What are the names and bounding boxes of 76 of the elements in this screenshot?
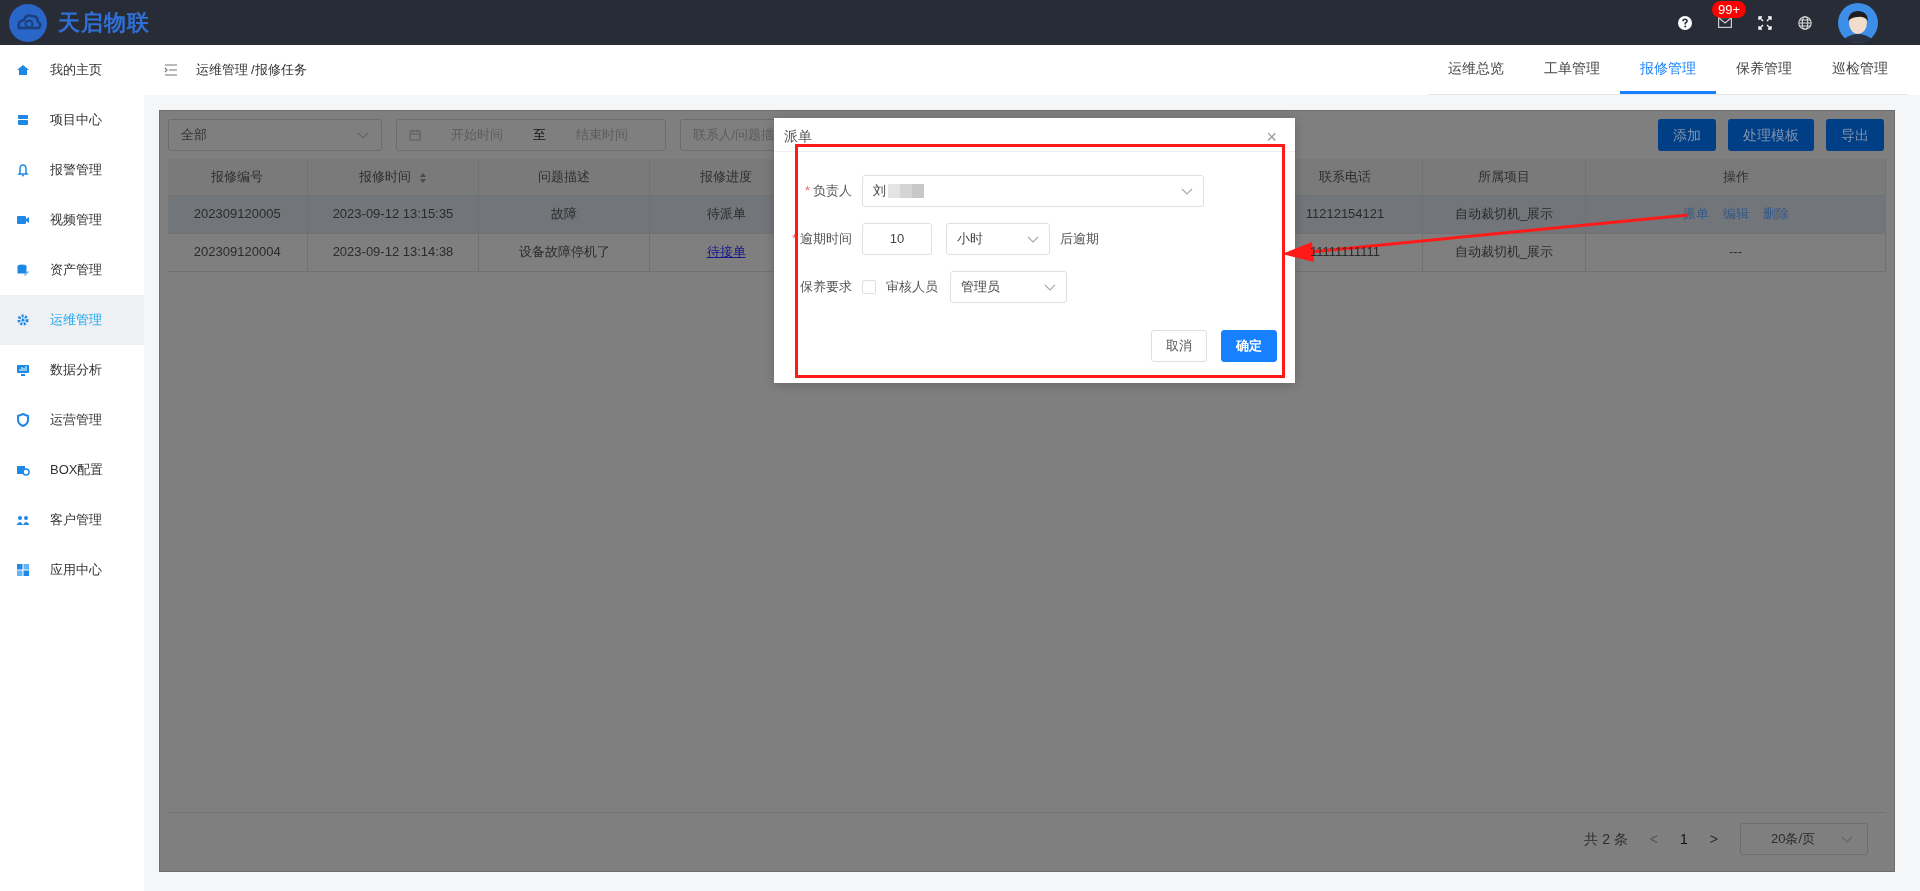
column-header: 报修进度 xyxy=(700,169,752,184)
table-cell: 2023-09-12 13:15:35 xyxy=(332,206,454,222)
table-cell: 202309120004 xyxy=(193,244,281,260)
table-cell: 自动裁切机_展示 xyxy=(1454,206,1554,222)
form-label: 保养要求 xyxy=(799,278,852,297)
mail-icon[interactable] xyxy=(1718,17,1732,28)
sidebar-item[interactable]: 运营管理 xyxy=(0,395,144,445)
column-header: 操作 xyxy=(1722,169,1749,184)
table-cell: 202309120005 xyxy=(193,206,281,222)
blur-mark xyxy=(888,184,924,198)
nav-tab[interactable]: 工单管理 xyxy=(1524,45,1620,94)
cloud-logo-icon xyxy=(8,2,48,43)
user-avatar[interactable] xyxy=(1838,2,1878,43)
column-header: 报修编号 xyxy=(211,169,264,184)
chevron-down-icon xyxy=(1027,235,1039,243)
people-icon xyxy=(16,513,30,527)
globe-icon[interactable] xyxy=(1798,15,1812,30)
sidebar-item[interactable]: 客户管理 xyxy=(0,495,144,545)
sidebar-item[interactable]: 我的主页 xyxy=(0,45,144,95)
sidebar-item[interactable]: 数据分析 xyxy=(0,345,144,395)
table-cell: 故障 xyxy=(551,206,577,222)
suffix-text: 后逾期 xyxy=(1060,230,1099,249)
chevron-down-icon xyxy=(1841,835,1853,843)
sidebar-item[interactable]: 报警管理 xyxy=(0,145,144,195)
sidebar-item[interactable]: 视频管理 xyxy=(0,195,144,245)
sidebar-item[interactable]: BOX配置 xyxy=(0,445,144,495)
unit-select[interactable]: 小时 xyxy=(946,223,1050,255)
cancel-button[interactable]: 取消 xyxy=(1151,330,1207,362)
nav-tab[interactable]: 运维总览 xyxy=(1428,45,1524,94)
column-header: 联系电话 xyxy=(1319,169,1371,184)
stack-icon xyxy=(16,113,30,127)
sidebar-item[interactable]: 资产管理 xyxy=(0,245,144,295)
table-cell: 设备故障停机了 xyxy=(518,244,610,260)
table-cell: 自动裁切机_展示 xyxy=(1454,244,1554,260)
page-size-select[interactable]: 20条/页 xyxy=(1740,823,1868,855)
table-cell: 11212154121 xyxy=(1305,206,1385,222)
nav-tab[interactable]: 报修管理 xyxy=(1620,45,1716,94)
calendar-icon xyxy=(408,129,421,141)
nav-tab[interactable]: 保养管理 xyxy=(1716,45,1812,94)
chevron-down-icon xyxy=(356,131,369,139)
nav-tab[interactable]: 巡检管理 xyxy=(1812,45,1908,94)
number-field[interactable]: 10 xyxy=(862,223,932,255)
confirm-button[interactable]: 确定 xyxy=(1221,330,1277,362)
dialog-title: 派单 xyxy=(784,127,812,146)
next-page[interactable]: > xyxy=(1709,828,1718,850)
form-label: * 负责人 xyxy=(803,182,852,201)
gear-icon xyxy=(16,313,30,327)
grid-icon xyxy=(16,563,30,577)
chevron-down-icon xyxy=(1181,187,1193,195)
page-number[interactable]: 1 xyxy=(1680,828,1688,850)
notification-count: 99+ xyxy=(1712,1,1747,18)
table-cell: 待派单 xyxy=(706,206,746,222)
sidebar-item[interactable]: 项目中心 xyxy=(0,95,144,145)
column-header: 报修时间 xyxy=(359,169,411,184)
checkbox[interactable] xyxy=(862,280,876,294)
table-cell: --- xyxy=(1729,244,1742,260)
fullscreen-icon[interactable] xyxy=(1758,15,1772,30)
bell-icon xyxy=(16,163,30,177)
database-icon xyxy=(16,263,30,277)
breadcrumb: 运维管理 /报修任务 xyxy=(195,61,307,80)
chevron-down-icon xyxy=(1044,283,1056,291)
reviewer-select[interactable]: 管理员 xyxy=(950,271,1067,303)
total-count: 共 2 条 xyxy=(1584,829,1628,849)
column-header: 所属项目 xyxy=(1478,169,1530,184)
brand-name: 天启物联 xyxy=(58,9,150,37)
assignee-select[interactable]: 刘 xyxy=(862,175,1204,207)
video-camera-icon xyxy=(16,213,30,227)
shield-icon xyxy=(16,413,30,427)
checkbox-label: 审核人员 xyxy=(886,278,938,297)
device-gear-icon xyxy=(16,463,30,477)
monitor-chart-icon xyxy=(16,363,30,377)
sidebar-item[interactable]: 应用中心 xyxy=(0,545,144,595)
home-icon xyxy=(16,63,30,77)
table-cell: 2023-09-12 13:14:38 xyxy=(332,244,454,260)
help-icon[interactable] xyxy=(1678,15,1692,30)
column-header: 问题描述 xyxy=(538,169,590,184)
